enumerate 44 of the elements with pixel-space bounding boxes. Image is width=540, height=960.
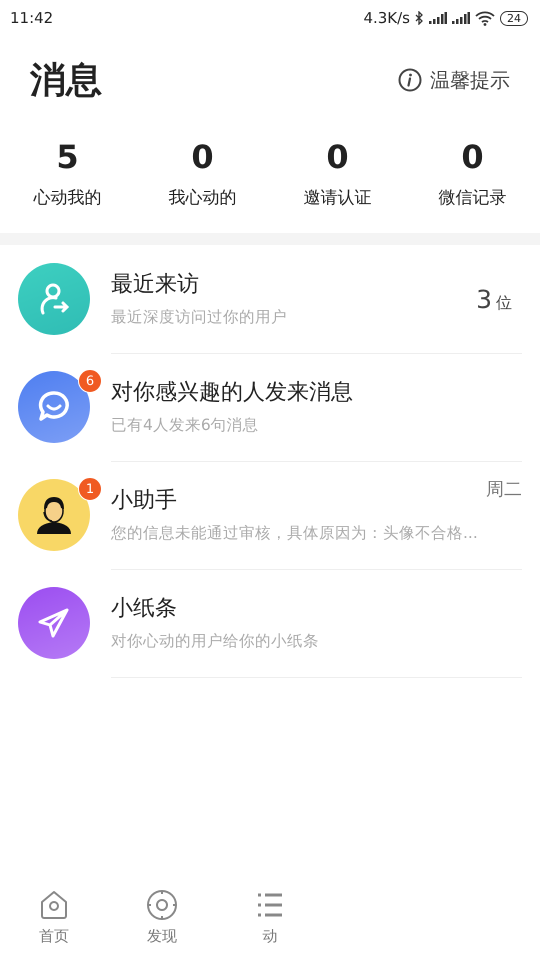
stat-label: 心动我的 [34,187,102,209]
compass-icon [146,888,178,920]
info-icon [398,68,422,92]
page-title: 消息 [30,58,102,102]
stat-label: 邀请认证 [304,187,372,209]
status-time: 11:42 [10,9,54,27]
message-time: 周二 [486,478,522,501]
unread-badge: 6 [78,369,102,393]
signal-icon [452,12,470,24]
message-preview: 已有4人发来6句消息 [111,415,260,436]
tab-item[interactable]: 动 [216,874,324,960]
message-preview: 您的信息未能通过审核，具体原因为：头像不合格... [111,523,479,544]
home-icon [38,888,70,920]
network-speed: 4.3K/s [363,9,410,27]
message-row[interactable]: 1 小助手 周二 您的信息未能通过审核，具体原因为：头像不合格... [0,461,540,569]
stat-item[interactable]: 0 微信记录 [405,138,540,209]
wifi-icon [475,10,495,26]
message-preview: 对你心动的用户给你的小纸条 [111,631,320,652]
stat-value: 0 [191,138,214,176]
unread-badge: 1 [78,477,102,501]
tips-button[interactable]: 温馨提示 [398,66,510,94]
message-row[interactable]: 6 对你感兴趣的人发来消息 已有4人发来6句消息 [0,353,540,461]
message-row[interactable]: 小纸条 对你心动的用户给你的小纸条 [0,569,540,677]
count-unit: 位 [496,292,512,314]
message-preview: 最近深度访问过你的用户 [111,307,288,328]
signal-icon [429,12,447,24]
stat-item[interactable]: 5 心动我的 [0,138,135,209]
message-title: 最近来访 [111,271,199,299]
stat-item[interactable]: 0 我心动的 [135,138,270,209]
stat-value: 0 [461,138,484,176]
battery-indicator: 24 [500,10,528,26]
stat-value: 0 [326,138,349,176]
bluetooth-icon [415,11,424,25]
message-title: 小助手 [111,487,177,515]
visitor-count: 3 [476,284,492,314]
stat-value: 5 [56,138,79,176]
tab-item[interactable]: 首页 [0,874,108,960]
stat-label: 微信记录 [438,187,506,209]
stat-item[interactable]: 0 邀请认证 [270,138,405,209]
message-title: 对你感兴趣的人发来消息 [111,379,353,407]
stat-label: 我心动的 [168,187,236,209]
tab-item[interactable]: 发现 [108,874,216,960]
message-title: 小纸条 [111,595,177,623]
message-row[interactable]: 最近来访 最近深度访问过你的用户 3 位 [0,245,540,353]
